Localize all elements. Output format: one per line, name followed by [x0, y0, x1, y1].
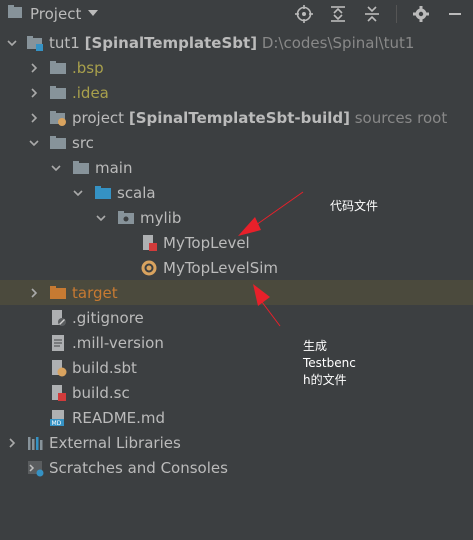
- library-icon: [26, 434, 44, 452]
- tree-item-label: build.sbt: [72, 358, 137, 377]
- chevron-down-icon[interactable]: [6, 37, 18, 49]
- tree-item-readme[interactable]: MD README.md: [0, 405, 473, 430]
- tree-item-label: .bsp: [72, 58, 104, 77]
- tree-item-mill-version[interactable]: .mill-version: [0, 330, 473, 355]
- tree-item-label: README.md: [72, 408, 166, 427]
- chevron-right-icon[interactable]: [28, 112, 40, 124]
- annotation-testbench-line1: 生成: [303, 339, 328, 353]
- project-toolbar: Project: [0, 0, 473, 28]
- tree-item-src[interactable]: src: [0, 130, 473, 155]
- dropdown-icon[interactable]: [87, 5, 99, 23]
- tree-item-label: .mill-version: [72, 333, 164, 352]
- minimize-icon[interactable]: [445, 4, 465, 24]
- tree-item-label: scala: [117, 183, 156, 202]
- gitignore-file-icon: [49, 309, 67, 327]
- locate-icon[interactable]: [294, 4, 314, 24]
- tree-item-main[interactable]: main: [0, 155, 473, 180]
- project-view-selector[interactable]: Project: [6, 4, 99, 24]
- scala-script-icon: [49, 384, 67, 402]
- tree-item-label: MyTopLevel: [163, 233, 250, 252]
- project-view-title: Project: [30, 5, 82, 23]
- tree-item-label: target: [72, 283, 118, 302]
- chevron-down-icon[interactable]: [50, 162, 62, 174]
- tree-item-scala[interactable]: scala: [0, 180, 473, 205]
- chevron-right-icon[interactable]: [28, 62, 40, 74]
- tree-item-label: .gitignore: [72, 308, 144, 327]
- tree-item-tut1[interactable]: tut1 [SpinalTemplateSbt] D:\codes\Spinal…: [0, 30, 473, 55]
- module-name: [SpinalTemplateSbt]: [84, 33, 258, 52]
- folder-icon: [49, 134, 67, 152]
- folder-icon: [72, 159, 90, 177]
- excluded-folder-icon: [49, 284, 67, 302]
- sbt-file-icon: [49, 359, 67, 377]
- tree-item-label: tut1: [49, 33, 80, 52]
- annotation-testbench-line3: h的文件: [303, 373, 347, 387]
- tree-item-label: main: [95, 158, 133, 177]
- module-name: [SpinalTemplateSbt-build]: [128, 108, 350, 127]
- toolbar-divider: [396, 5, 397, 23]
- module-folder-icon: [26, 34, 44, 52]
- tree-item-label: External Libraries: [49, 433, 181, 452]
- annotation-testbench-line2: Testbenc: [303, 356, 356, 370]
- tree-item-label: mylib: [140, 208, 182, 227]
- package-icon: [117, 209, 135, 227]
- text-file-icon: [49, 334, 67, 352]
- markdown-file-icon: MD: [49, 409, 67, 427]
- scratches-icon: [26, 459, 44, 477]
- tree-item-label: MyTopLevelSim: [163, 258, 279, 277]
- chevron-down-icon[interactable]: [95, 212, 107, 224]
- tree-item-target[interactable]: target: [0, 280, 473, 305]
- expand-all-icon[interactable]: [328, 4, 348, 24]
- tree-item-gitignore[interactable]: .gitignore: [0, 305, 473, 330]
- settings-icon[interactable]: [411, 4, 431, 24]
- tree-item-scratches[interactable]: Scratches and Consoles: [0, 455, 473, 480]
- svg-text:MD: MD: [52, 420, 62, 427]
- tree-item-mylib[interactable]: mylib: [0, 205, 473, 230]
- folder-icon: [49, 84, 67, 102]
- sources-root-note: sources root: [354, 108, 448, 127]
- chevron-down-icon[interactable]: [72, 187, 84, 199]
- tree-item-idea[interactable]: .idea: [0, 80, 473, 105]
- tree-item-label: project: [72, 108, 125, 127]
- tree-item-mytoplevel[interactable]: MyTopLevel: [0, 230, 473, 255]
- tree-item-bsp[interactable]: .bsp: [0, 55, 473, 80]
- folder-icon: [49, 59, 67, 77]
- build-folder-icon: [49, 109, 67, 127]
- chevron-right-icon[interactable]: [28, 87, 40, 99]
- tree-item-label: src: [72, 133, 94, 152]
- chevron-right-icon[interactable]: [6, 437, 18, 449]
- tree-item-label: .idea: [72, 83, 109, 102]
- tree-item-project[interactable]: project [SpinalTemplateSbt-build] source…: [0, 105, 473, 130]
- tree-item-build-sbt[interactable]: build.sbt: [0, 355, 473, 380]
- tree-item-label: build.sc: [72, 383, 130, 402]
- tree-item-label: Scratches and Consoles: [49, 458, 228, 477]
- module-path: D:\codes\Spinal\tut1: [261, 33, 415, 52]
- scala-object-icon: [140, 259, 158, 277]
- collapse-all-icon[interactable]: [362, 4, 382, 24]
- tree-item-mytoplevelsim[interactable]: MyTopLevelSim: [0, 255, 473, 280]
- chevron-right-icon[interactable]: [28, 287, 40, 299]
- source-folder-icon: [94, 184, 112, 202]
- annotation-code-file: 代码文件: [330, 199, 379, 213]
- tree-item-build-sc[interactable]: build.sc: [0, 380, 473, 405]
- scala-file-icon: [140, 234, 158, 252]
- tree-item-external-libraries[interactable]: External Libraries: [0, 430, 473, 455]
- project-icon: [6, 3, 24, 25]
- chevron-down-icon[interactable]: [28, 137, 40, 149]
